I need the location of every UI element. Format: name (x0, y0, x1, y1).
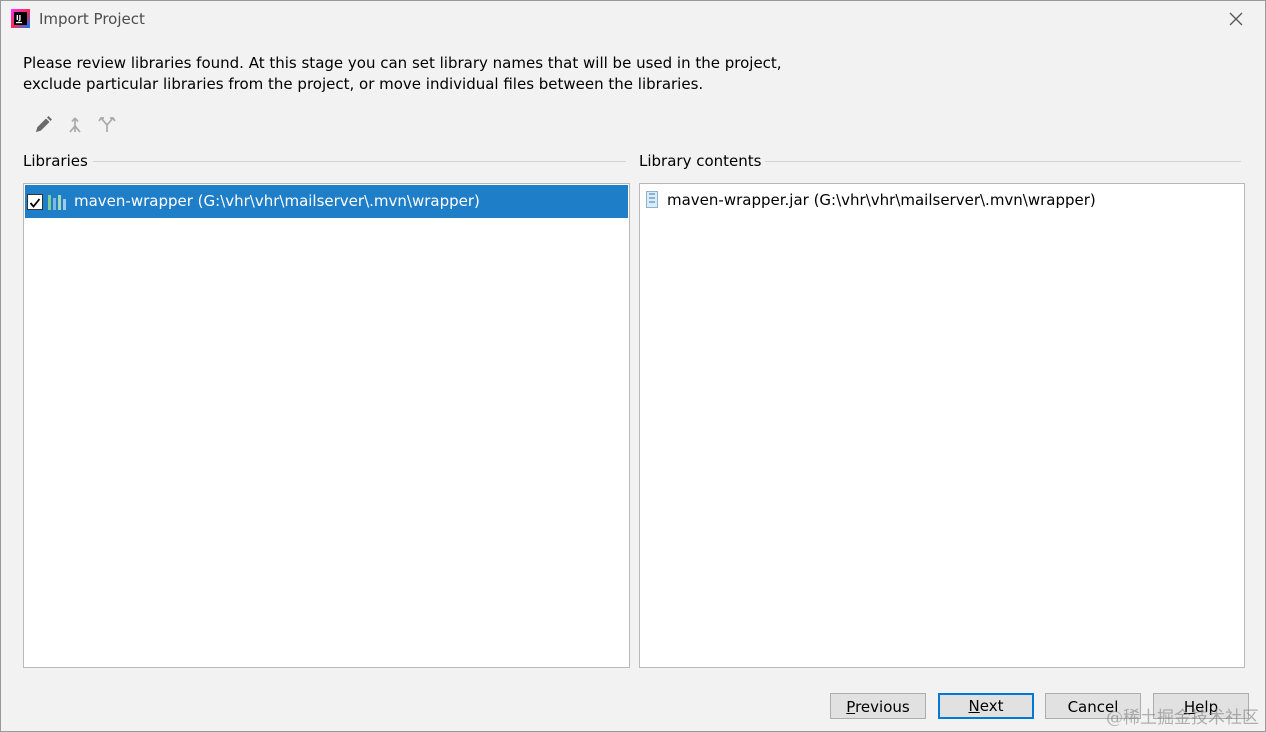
library-contents-label: Library contents (639, 152, 770, 170)
window-title: Import Project (39, 10, 145, 28)
library-contents-list[interactable]: maven-wrapper.jar (G:\vhr\vhr\mailserver… (639, 183, 1245, 668)
description-line-2: exclude particular libraries from the pr… (23, 75, 704, 93)
svg-text:IJ: IJ (16, 14, 21, 22)
library-icon (48, 195, 66, 210)
jar-icon (646, 191, 658, 208)
library-contents-separator (765, 161, 1241, 162)
libraries-separator (93, 161, 626, 162)
watermark: @稀土掘金技术社区 (1106, 708, 1259, 728)
description-line-1: Please review libraries found. At this s… (23, 54, 782, 72)
close-icon[interactable] (1227, 10, 1245, 28)
next-button[interactable]: Next (938, 693, 1034, 719)
title-bar: IJ Import Project (1, 1, 1265, 37)
merge-icon[interactable] (63, 113, 87, 137)
next-label: ext (979, 697, 1004, 715)
library-item-label: maven-wrapper (G:\vhr\vhr\mailserver\.mv… (74, 192, 480, 210)
checkmark-icon (29, 198, 41, 208)
library-checkbox[interactable] (27, 194, 43, 210)
split-icon[interactable] (95, 113, 119, 137)
description-text: Please review libraries found. At this s… (23, 53, 923, 95)
previous-button[interactable]: Previous (830, 693, 926, 719)
pencil-icon[interactable] (31, 113, 55, 137)
next-mnemonic: N (968, 697, 980, 715)
previous-mnemonic: P (846, 698, 856, 716)
library-item[interactable]: maven-wrapper (G:\vhr\vhr\mailserver\.mv… (25, 185, 628, 218)
library-file-label: maven-wrapper.jar (G:\vhr\vhr\mailserver… (667, 191, 1096, 209)
previous-label: revious (855, 698, 910, 716)
libraries-label: Libraries (23, 152, 96, 170)
library-file-item[interactable]: maven-wrapper.jar (G:\vhr\vhr\mailserver… (641, 187, 1243, 213)
libraries-list[interactable]: maven-wrapper (G:\vhr\vhr\mailserver\.mv… (23, 183, 630, 668)
intellij-idea-icon: IJ (11, 9, 30, 28)
import-project-dialog: IJ Import Project Please review librarie… (0, 0, 1266, 732)
